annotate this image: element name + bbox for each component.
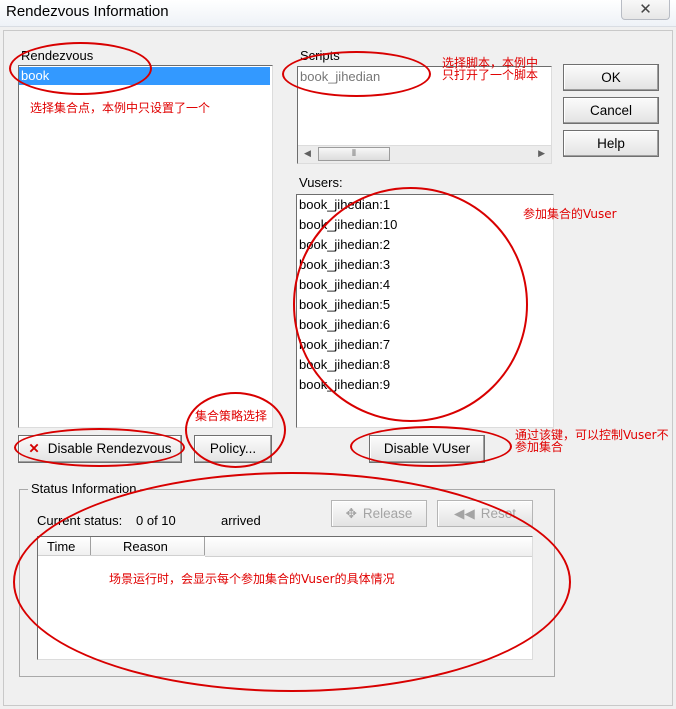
rendezvous-label: Rendezvous (21, 48, 94, 63)
vuser-item[interactable]: book_jihedian:8 (297, 356, 390, 374)
rendezvous-list[interactable]: book (18, 65, 273, 428)
help-button[interactable]: Help (563, 130, 659, 157)
policy-button[interactable]: Policy... (194, 435, 272, 463)
rewind-icon: ◀◀ (453, 506, 475, 521)
annotation-disable-note-2: 参加集合 (515, 440, 564, 454)
title-bar: Rendezvous Information ✕ (0, 0, 676, 27)
arrived-count: 0 of 10 (136, 513, 176, 528)
reset-button[interactable]: ◀◀ Reset (437, 500, 533, 527)
close-button[interactable]: ✕ (621, 0, 670, 20)
release-icon: ✥ (345, 506, 357, 521)
release-button[interactable]: ✥ Release (331, 500, 427, 527)
vuser-item[interactable]: book_jihedian:2 (297, 236, 390, 254)
cancel-button[interactable]: Cancel (563, 97, 659, 124)
scrollbar-thumb[interactable]: ⦀ (318, 147, 390, 161)
scripts-horizontal-scrollbar[interactable]: ◀ ⦀ ▶ (298, 145, 551, 163)
header-divider (38, 555, 205, 556)
scripts-label: Scripts (300, 48, 340, 63)
release-label: Release (362, 506, 413, 521)
script-item-book-jihedian[interactable]: book_jihedian (298, 68, 380, 86)
column-header-time[interactable]: Time (38, 537, 91, 556)
status-state: arrived (221, 513, 261, 528)
annotation-status-note: 场景运行时，会显示每个参加集合的Vuser的具体情况 (109, 572, 395, 586)
vuser-item[interactable]: book_jihedian:7 (297, 336, 390, 354)
vuser-item[interactable]: book_jihedian:5 (297, 296, 390, 314)
vuser-item[interactable]: book_jihedian:9 (297, 376, 390, 394)
status-table[interactable]: Time Reason (37, 536, 533, 660)
rendezvous-information-dialog: Rendezvous Information ✕ Rendezvous book… (0, 0, 676, 709)
annotation-policy-note: 集合策略选择 (195, 409, 268, 423)
current-status-label: Current status: (37, 513, 123, 528)
scroll-left-arrow-icon[interactable]: ◀ (304, 149, 311, 159)
vuser-item[interactable]: book_jihedian:6 (297, 316, 390, 334)
annotation-vusers-note: 参加集合的Vuser (523, 207, 617, 221)
status-information-label: Status Information (28, 481, 140, 496)
vusers-list[interactable]: book_jihedian:1 book_jihedian:10 book_ji… (296, 194, 554, 428)
column-header-filler (205, 537, 532, 557)
disable-rendezvous-button[interactable]: ✕ Disable Rendezvous (18, 435, 182, 463)
vuser-item[interactable]: book_jihedian:4 (297, 276, 390, 294)
vuser-item[interactable]: book_jihedian:3 (297, 256, 390, 274)
column-header-reason[interactable]: Reason (91, 537, 205, 556)
window-title: Rendezvous Information (6, 3, 169, 20)
disable-vuser-button[interactable]: Disable VUser (369, 435, 485, 463)
annotation-rendezvous-note: 选择集合点，本例中只设置了一个 (30, 101, 211, 115)
rendezvous-item-book[interactable]: book (19, 67, 270, 85)
vuser-item[interactable]: book_jihedian:10 (297, 216, 397, 234)
annotation-scripts-note-2: 只打开了一个脚本 (442, 68, 539, 82)
ok-button[interactable]: OK (563, 64, 659, 91)
close-icon: ✕ (639, 0, 652, 18)
scroll-right-arrow-icon[interactable]: ▶ (538, 149, 545, 159)
disable-rendezvous-label: Disable Rendezvous (47, 441, 172, 456)
red-x-icon: ✕ (28, 441, 40, 456)
vuser-item[interactable]: book_jihedian:1 (297, 196, 390, 214)
reset-label: Reset (480, 506, 517, 521)
vusers-label: Vusers: (299, 175, 343, 190)
